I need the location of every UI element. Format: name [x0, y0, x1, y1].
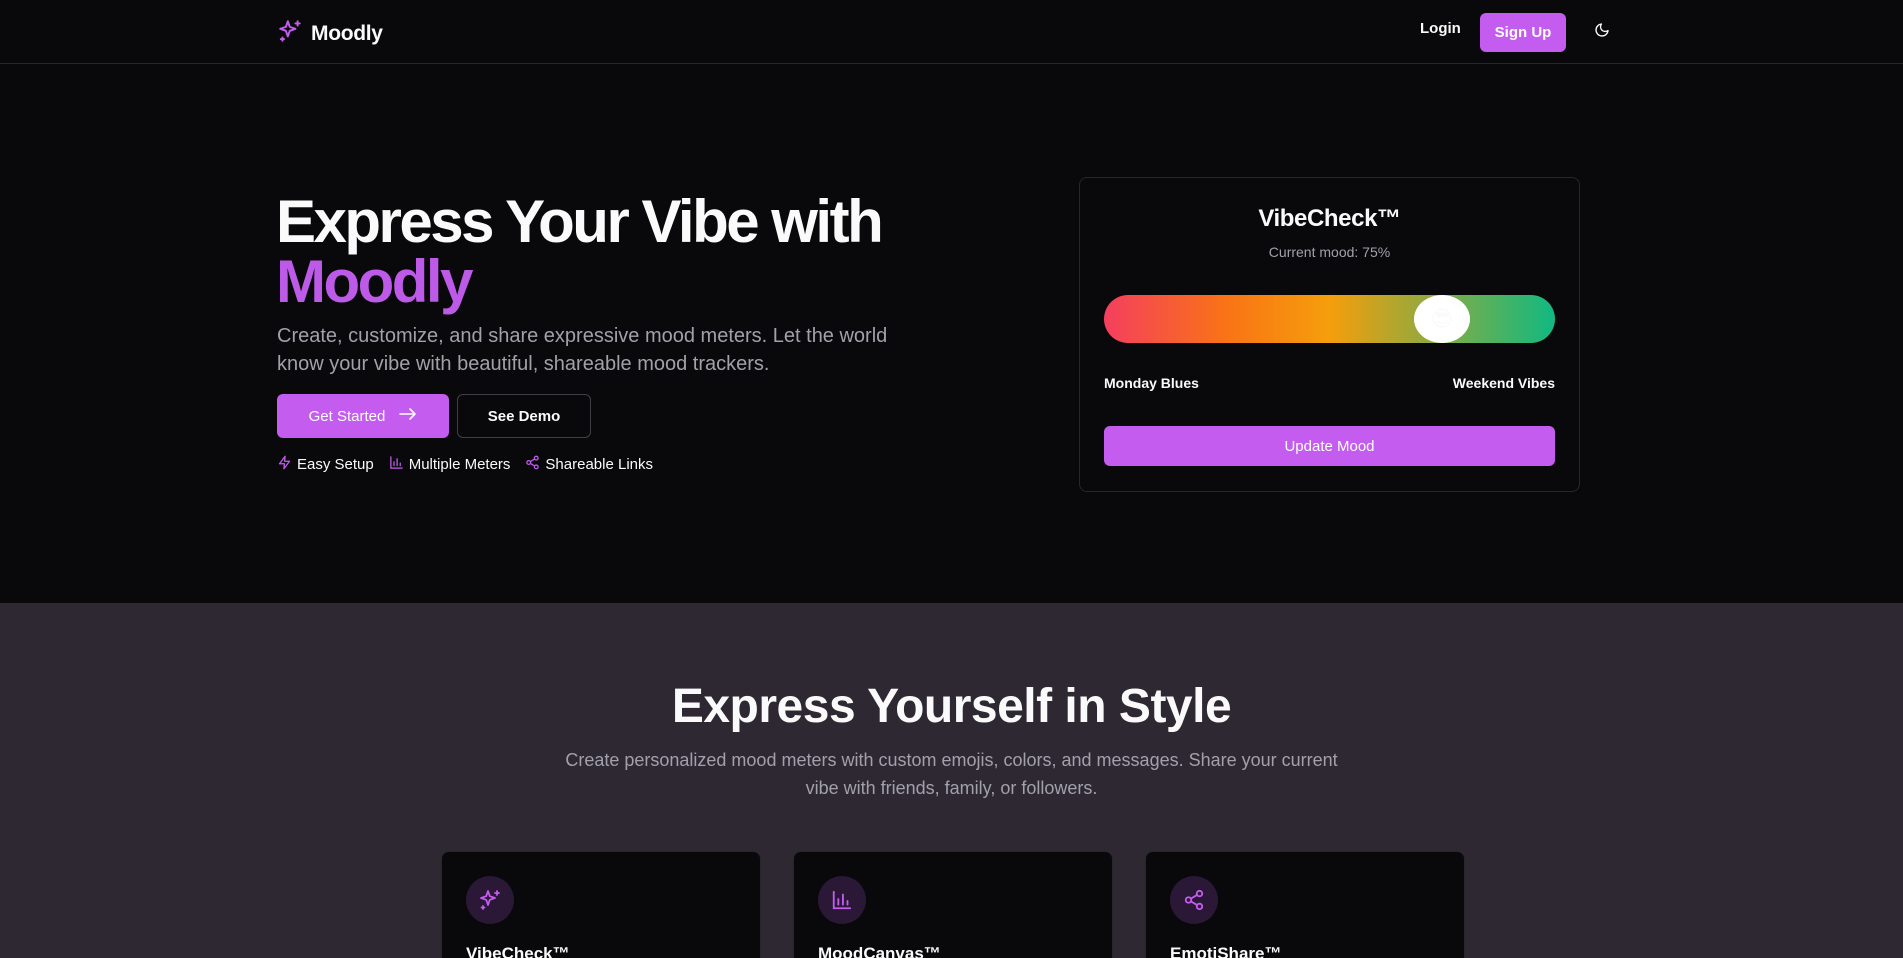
- sparkles-icon: [466, 876, 514, 924]
- get-started-button[interactable]: Get Started: [277, 394, 449, 438]
- feature-label: Shareable Links: [545, 456, 653, 473]
- theme-toggle-button[interactable]: [1591, 21, 1613, 43]
- mood-slider-handle[interactable]: 😎: [1414, 295, 1470, 343]
- scale-min-label: Monday Blues: [1104, 375, 1199, 391]
- mood-slider[interactable]: 😎: [1104, 295, 1555, 343]
- bar-chart-icon: [818, 876, 866, 924]
- hero-title-accent: Moodly: [276, 248, 473, 315]
- hero-description: Create, customize, and share expressive …: [277, 325, 888, 375]
- share-icon: [1170, 876, 1218, 924]
- bar-chart-icon: [389, 455, 404, 474]
- vibecheck-card: VibeCheck™ Current mood: 75% 😎 Monday Bl…: [1079, 177, 1580, 492]
- brand-logo[interactable]: Moodly: [277, 18, 383, 49]
- feature-card-emotishare[interactable]: EmotiShare™: [1145, 851, 1465, 958]
- zap-icon: [277, 455, 292, 474]
- login-link[interactable]: Login: [1420, 20, 1461, 37]
- feature-easy-setup: Easy Setup: [277, 455, 374, 474]
- sunglasses-emoji-icon: 😎: [1430, 306, 1454, 331]
- hero-title: Express Your Vibe with Moodly: [276, 192, 884, 315]
- features-section: Express Yourself in Style Create persona…: [0, 603, 1903, 958]
- hero-title-main: Express Your Vibe with: [276, 188, 884, 255]
- card-title: VibeCheck™: [466, 944, 570, 958]
- scale-max-label: Weekend Vibes: [1452, 375, 1555, 391]
- share-icon: [525, 455, 540, 474]
- current-mood-text: Current mood: 75%: [1268, 244, 1391, 260]
- top-navbar: Moodly Login Sign Up: [0, 0, 1903, 64]
- feature-card-vibecheck[interactable]: VibeCheck™: [441, 851, 761, 958]
- feature-multiple-meters: Multiple Meters: [389, 455, 511, 474]
- sparkles-icon: [277, 18, 303, 49]
- vibecheck-title: VibeCheck™: [1258, 205, 1401, 232]
- feature-shareable-links: Shareable Links: [525, 455, 653, 474]
- arrow-right-icon: [399, 407, 417, 425]
- brand-name: Moodly: [311, 21, 383, 45]
- get-started-label: Get Started: [308, 407, 386, 425]
- see-demo-button[interactable]: See Demo: [457, 394, 591, 438]
- section-title: Express Yourself in Style: [671, 680, 1232, 733]
- hero-features: Easy Setup Multiple Meters Shareable Lin…: [277, 455, 653, 474]
- section-description: Create personalized mood meters with cus…: [565, 750, 1338, 798]
- feature-label: Multiple Meters: [408, 456, 511, 473]
- update-mood-button[interactable]: Update Mood: [1104, 426, 1555, 466]
- feature-label: Easy Setup: [297, 456, 374, 473]
- signup-button[interactable]: Sign Up: [1480, 13, 1566, 52]
- card-title: MoodCanvas™: [818, 944, 941, 958]
- feature-card-moodcanvas[interactable]: MoodCanvas™: [793, 851, 1113, 958]
- card-title: EmotiShare™: [1170, 944, 1282, 958]
- moon-icon: [1594, 22, 1610, 43]
